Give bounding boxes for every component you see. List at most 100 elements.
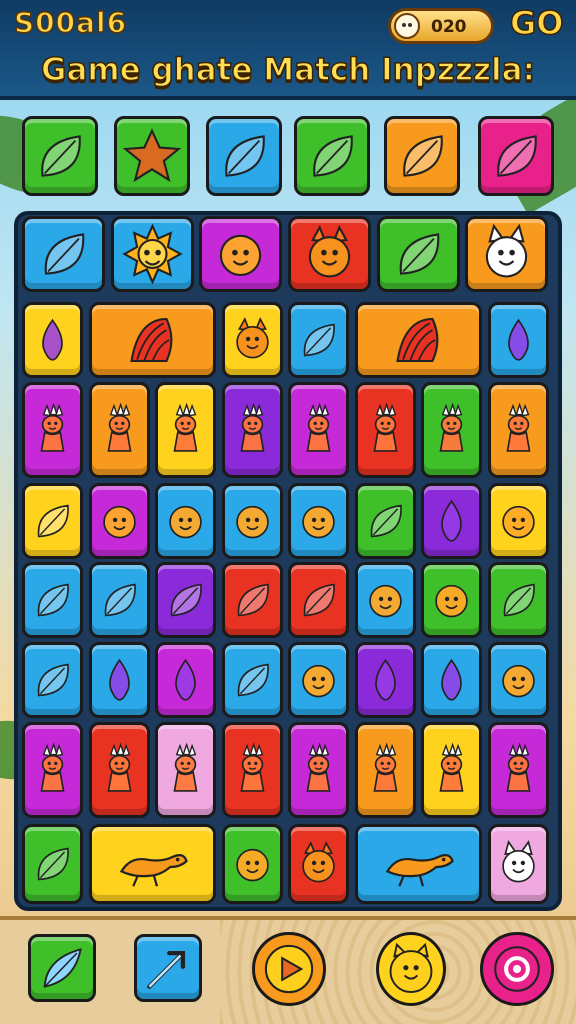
board-tile[interactable]	[355, 722, 416, 818]
score-display: S00al6	[13, 5, 128, 40]
creature-icon	[25, 725, 80, 815]
board-tile[interactable]	[89, 302, 216, 378]
play-button[interactable]	[252, 932, 326, 1006]
drop-icon	[92, 645, 147, 715]
board-tile[interactable]	[89, 382, 150, 478]
board-tile[interactable]	[22, 562, 83, 638]
board-tile[interactable]	[222, 562, 283, 638]
board-tile[interactable]	[22, 382, 83, 478]
creature-icon	[491, 385, 546, 475]
settings-button[interactable]	[480, 932, 554, 1006]
creature-icon	[158, 385, 213, 475]
board-tile[interactable]	[155, 382, 216, 478]
board-tile[interactable]	[288, 216, 371, 292]
smiley-icon	[379, 935, 443, 1003]
board-tile[interactable]	[155, 562, 216, 638]
creature-icon	[92, 385, 147, 475]
board-tile[interactable]	[488, 302, 549, 378]
top-tile[interactable]	[478, 116, 554, 196]
board-tile[interactable]	[288, 483, 349, 559]
board-tile[interactable]	[421, 483, 482, 559]
board-tile[interactable]	[222, 483, 283, 559]
board-tile[interactable]	[377, 216, 460, 292]
cat-face-icon	[468, 219, 545, 289]
board-tile[interactable]	[421, 722, 482, 818]
board-tile[interactable]	[288, 382, 349, 478]
creature-icon	[358, 725, 413, 815]
board-tile[interactable]	[89, 722, 150, 818]
board-tile[interactable]	[421, 642, 482, 718]
creature-icon	[291, 385, 346, 475]
board-tile[interactable]	[355, 302, 482, 378]
coin-counter: 020	[388, 8, 494, 44]
face-icon	[92, 486, 147, 556]
board-tile[interactable]	[355, 824, 482, 904]
board-tile[interactable]	[355, 642, 416, 718]
board-tile[interactable]	[488, 382, 549, 478]
hint-button[interactable]	[376, 932, 446, 1006]
board-tile[interactable]	[421, 382, 482, 478]
board-tile[interactable]	[488, 483, 549, 559]
leaf-icon	[481, 119, 551, 193]
board-tile[interactable]	[288, 722, 349, 818]
board-tile[interactable]	[288, 562, 349, 638]
leaf-icon	[25, 486, 80, 556]
board-tile[interactable]	[355, 382, 416, 478]
board-tile[interactable]	[22, 722, 83, 818]
board-tile[interactable]	[288, 824, 349, 904]
coin-value: 020	[431, 17, 467, 37]
board-tile[interactable]	[488, 642, 549, 718]
board-tile[interactable]	[111, 216, 194, 292]
creature-icon	[424, 385, 479, 475]
leaf-icon	[380, 219, 457, 289]
creature-icon	[225, 725, 280, 815]
board-tile[interactable]	[355, 483, 416, 559]
board-tile[interactable]	[89, 642, 150, 718]
leaf-icon	[387, 119, 457, 193]
go-button[interactable]: GO	[509, 3, 564, 43]
board-tile[interactable]	[288, 642, 349, 718]
board-tile[interactable]	[155, 722, 216, 818]
board-tile[interactable]	[222, 302, 283, 378]
board-tile[interactable]	[222, 382, 283, 478]
board-tile[interactable]	[199, 216, 282, 292]
board-tile[interactable]	[22, 642, 83, 718]
board-tile[interactable]	[22, 216, 105, 292]
play-icon	[255, 935, 323, 1003]
board-tile[interactable]	[89, 824, 216, 904]
top-tile[interactable]	[22, 116, 98, 196]
board-tile[interactable]	[22, 302, 83, 378]
leaf-icon	[158, 565, 213, 635]
board-tile[interactable]	[155, 483, 216, 559]
top-tile[interactable]	[206, 116, 282, 196]
drop-icon	[25, 305, 80, 375]
board-tile[interactable]	[488, 824, 549, 904]
board-tile[interactable]	[222, 722, 283, 818]
arrow-powerup-button[interactable]	[134, 934, 202, 1002]
board-tile[interactable]	[488, 562, 549, 638]
board-tile[interactable]	[222, 642, 283, 718]
board-tile[interactable]	[355, 562, 416, 638]
board-tile[interactable]	[488, 722, 549, 818]
sun-icon	[114, 219, 191, 289]
board-tile[interactable]	[22, 824, 83, 904]
creature-icon	[92, 725, 147, 815]
arrow-icon	[137, 937, 199, 999]
board-tile[interactable]	[288, 302, 349, 378]
board-tile[interactable]	[22, 483, 83, 559]
leaf-icon	[25, 827, 80, 901]
creature-icon	[358, 385, 413, 475]
leaf-icon	[297, 119, 367, 193]
top-tile[interactable]	[114, 116, 190, 196]
leaf-powerup-button[interactable]	[28, 934, 96, 1002]
leaf-icon	[92, 565, 147, 635]
leaf-icon	[291, 305, 346, 375]
board-tile[interactable]	[421, 562, 482, 638]
board-tile[interactable]	[89, 483, 150, 559]
board-tile[interactable]	[465, 216, 548, 292]
board-tile[interactable]	[222, 824, 283, 904]
top-tile[interactable]	[294, 116, 370, 196]
board-tile[interactable]	[89, 562, 150, 638]
top-tile[interactable]	[384, 116, 460, 196]
board-tile[interactable]	[155, 642, 216, 718]
